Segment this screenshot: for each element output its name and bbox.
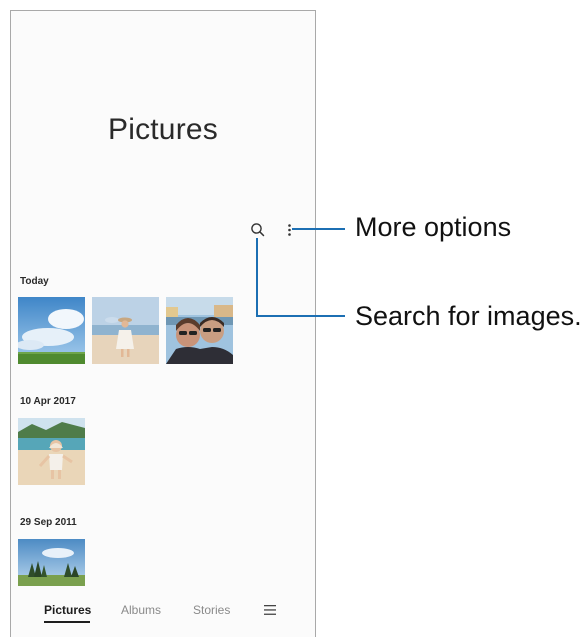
menu-button[interactable] bbox=[263, 603, 277, 617]
callout-line-more-options bbox=[292, 228, 345, 230]
more-options-button[interactable] bbox=[280, 218, 304, 242]
search-icon bbox=[251, 223, 265, 237]
photo-thumbnail-sky[interactable] bbox=[18, 297, 85, 364]
more-vertical-icon bbox=[288, 224, 291, 236]
section-date-sep-2011: 29 Sep 2011 bbox=[20, 517, 77, 528]
photo-thumbnail-girl-beach[interactable] bbox=[92, 297, 159, 364]
callout-line-search-horizontal bbox=[256, 315, 345, 317]
tab-albums[interactable]: Albums bbox=[121, 603, 161, 617]
callout-more-options: More options bbox=[355, 212, 512, 242]
search-button[interactable] bbox=[246, 218, 270, 242]
callout-search: Search for images. bbox=[355, 301, 582, 331]
tab-stories[interactable]: Stories bbox=[193, 603, 230, 617]
photo-thumbnail-forest[interactable] bbox=[18, 539, 85, 586]
section-date-today: Today bbox=[20, 276, 49, 287]
hamburger-menu-icon bbox=[264, 605, 276, 615]
photo-thumbnail-child-beach[interactable] bbox=[18, 418, 85, 485]
photo-thumbnail-couple-selfie[interactable] bbox=[166, 297, 233, 364]
section-date-apr-2017: 10 Apr 2017 bbox=[20, 396, 76, 407]
page-title: Pictures bbox=[108, 113, 218, 146]
tab-pictures[interactable]: Pictures bbox=[44, 603, 91, 617]
callout-line-search-vertical bbox=[256, 238, 258, 316]
phone-screen: Pictures Today 10 Apr 2017 29 Sep 2011 P… bbox=[10, 10, 316, 637]
active-tab-indicator bbox=[44, 621, 90, 623]
bottom-navigation: Pictures Albums Stories bbox=[11, 599, 315, 637]
